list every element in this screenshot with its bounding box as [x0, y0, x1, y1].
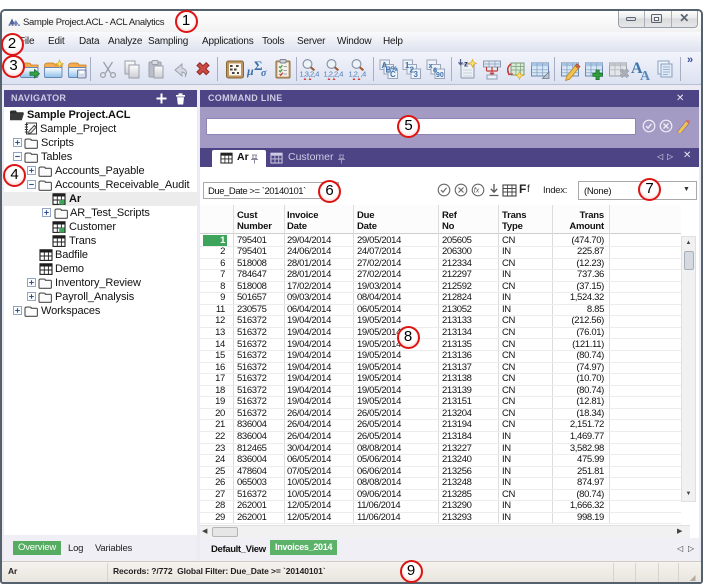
svg-text:1,2,2,4: 1,2,2,4 — [324, 70, 344, 79]
svg-text:fx: fx — [474, 188, 480, 195]
svg-text:μ: μ — [247, 64, 254, 78]
svg-text:1,3,2,4: 1,3,2,4 — [300, 70, 320, 79]
svg-text:1,2, ,4: 1,2, ,4 — [349, 70, 367, 79]
svg-text:σ: σ — [261, 68, 267, 79]
svg-text:z: z — [464, 60, 468, 69]
svg-text:A: A — [640, 69, 651, 83]
svg-text:90: 90 — [436, 72, 444, 79]
svg-text:3: 3 — [414, 70, 419, 79]
svg-text:C: C — [390, 70, 396, 79]
